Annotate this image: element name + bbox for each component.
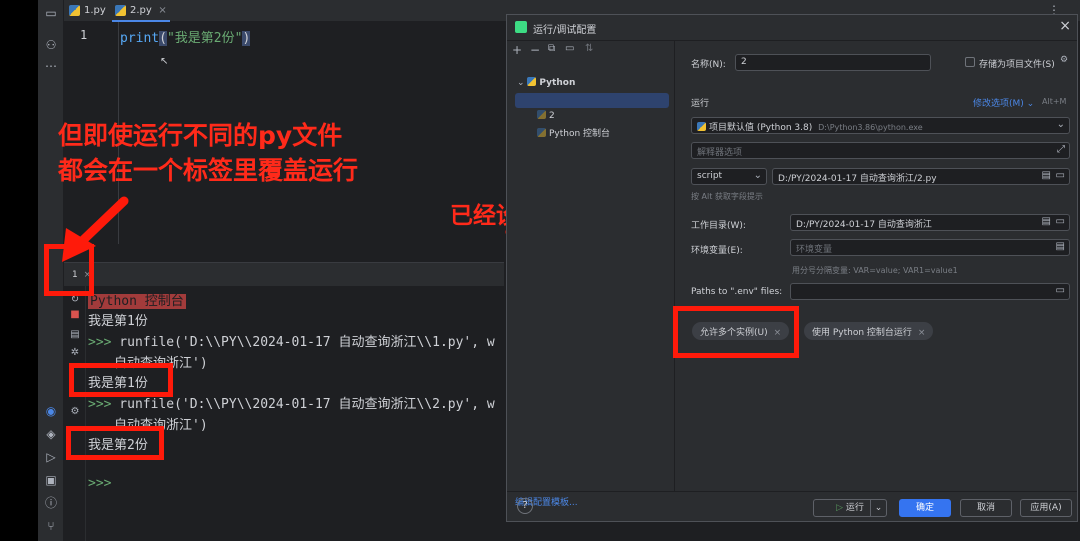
dialog-title-bar: 运行/调试配置 ×: [507, 15, 1077, 41]
store-as-file-label: 存储为项目文件(S): [979, 60, 1055, 70]
chevron-down-icon: ⌄: [753, 170, 762, 181]
expand-icon[interactable]: ⤢: [1057, 144, 1065, 155]
env-hint: 用分号分隔变量: VAR=value; VAR1=value1: [792, 266, 958, 275]
dialog-footer: ? ▷ 运行 ⌄ 确定 取消 应用(A): [507, 491, 1077, 521]
run-button[interactable]: ▷ 运行 ⌄: [813, 499, 887, 517]
sort-icon[interactable]: ⇅: [585, 43, 593, 54]
dotenv-label: Paths to ".env" files:: [691, 287, 783, 297]
chevron-down-icon[interactable]: ⌄: [870, 500, 886, 516]
tree-item-console[interactable]: Python 控制台: [537, 126, 610, 139]
python-icon: [527, 77, 537, 86]
cancel-button[interactable]: 取消: [960, 499, 1012, 517]
remove-chip-icon[interactable]: ×: [918, 328, 926, 338]
ok-button[interactable]: 确定: [899, 499, 951, 517]
run-debug-config-dialog: 运行/调试配置 × + − ⧉ ▭ ⇅ ⌄ Python 1 2 Python …: [506, 14, 1078, 522]
tree-item-2[interactable]: 2: [537, 110, 555, 121]
run-icon: ▷: [836, 503, 844, 513]
chevron-down-icon: ⌄: [517, 78, 525, 88]
script-path-field[interactable]: D:/PY/2024-01-17 自动查询浙江/2.py ▤ ▭: [772, 168, 1070, 185]
chevron-down-icon: ⌄: [1056, 119, 1065, 130]
tree-selection: [515, 93, 669, 108]
run-section-label: 运行: [691, 99, 710, 109]
list-icon[interactable]: ▤: [1042, 170, 1051, 181]
name-field[interactable]: 2: [735, 54, 931, 71]
settings-icon[interactable]: ⚙: [1060, 55, 1068, 65]
apply-button[interactable]: 应用(A): [1020, 499, 1072, 517]
config-form: 名称(N): 2 存储为项目文件(S) ⚙ 运行 修改选项(M) ⌄ Alt+M…: [676, 41, 1077, 491]
python-icon: [537, 128, 546, 137]
folder-icon[interactable]: ▭: [1056, 216, 1065, 227]
config-tree-panel: + − ⧉ ▭ ⇅ ⌄ Python 1 2 Python 控制台 编辑配置模板…: [507, 41, 675, 508]
interpreter-options-field[interactable]: 解释器选项 ⤢: [691, 142, 1070, 159]
name-label: 名称(N):: [691, 60, 726, 70]
list-icon[interactable]: ▤: [1056, 241, 1065, 252]
dialog-title: 运行/调试配置: [533, 25, 597, 36]
list-icon[interactable]: ▤: [1042, 216, 1051, 227]
folder-icon[interactable]: ▭: [565, 43, 574, 54]
folder-icon[interactable]: ▭: [1056, 170, 1065, 181]
add-icon[interactable]: +: [512, 43, 522, 57]
highlight-box-allow-multiple: [673, 306, 799, 358]
modify-options-shortcut: Alt+M: [1042, 97, 1067, 106]
folder-icon[interactable]: ▭: [1056, 285, 1065, 296]
env-field[interactable]: 环境变量 ▤: [790, 239, 1070, 256]
copy-icon[interactable]: ⧉: [548, 43, 555, 54]
workdir-field[interactable]: D:/PY/2024-01-17 自动查询浙江 ▤ ▭: [790, 214, 1070, 231]
interpreter-select[interactable]: 项目默认值 (Python 3.8) D:\Python3.86\python.…: [691, 117, 1070, 134]
python-icon: [537, 110, 546, 119]
help-icon[interactable]: ?: [517, 498, 533, 514]
workdir-label: 工作目录(W):: [691, 221, 746, 231]
remove-icon[interactable]: −: [530, 43, 540, 57]
python-icon: [697, 122, 706, 131]
store-as-file-checkbox[interactable]: [965, 57, 975, 67]
modify-options-link[interactable]: 修改选项(M) ⌄: [973, 96, 1034, 109]
dotenv-field[interactable]: ▭: [790, 283, 1070, 300]
tree-node-python[interactable]: ⌄ Python: [517, 77, 575, 88]
alt-hint: 按 Alt 获取字段提示: [691, 192, 763, 201]
env-label: 环境变量(E):: [691, 246, 743, 256]
pycharm-logo-icon: [515, 21, 527, 33]
close-icon[interactable]: ×: [1059, 18, 1071, 34]
run-with-console-chip[interactable]: 使用 Python 控制台运行 ×: [804, 322, 934, 340]
script-type-select[interactable]: script ⌄: [691, 168, 767, 185]
